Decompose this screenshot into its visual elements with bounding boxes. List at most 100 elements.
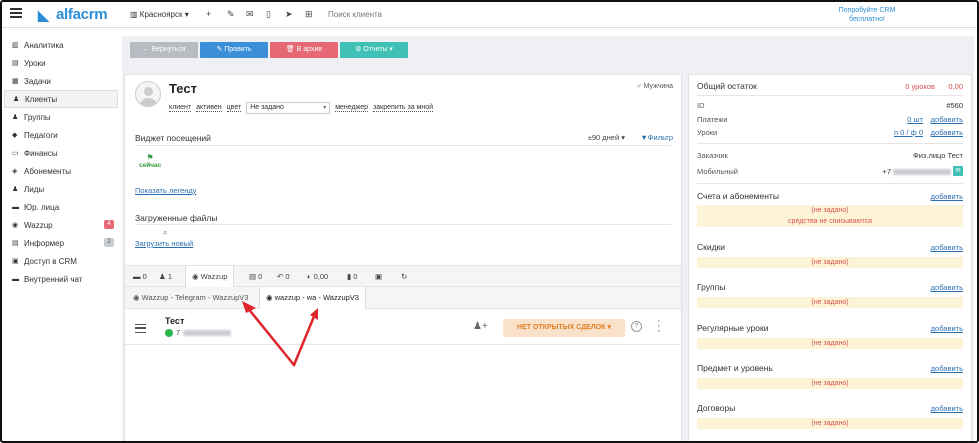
payments-value[interactable]: 0 шт xyxy=(907,115,923,124)
show-legend-link[interactable]: Показать легенду xyxy=(135,186,197,195)
branch-selector[interactable]: ▥ Красноярск ▾ xyxy=(130,10,189,19)
manager-link[interactable]: менеджер xyxy=(335,104,369,112)
sidebar-item-finance[interactable]: ▭ Финансы xyxy=(4,144,118,162)
phone-redacted xyxy=(183,329,232,336)
add-account-link[interactable]: добавить xyxy=(931,192,963,201)
top-bar: ◣ alfacrm ▥ Красноярск ▾ + ✎ ✉ ▯ ➤ ⊞ Поп… xyxy=(2,2,977,28)
list-icon: ▤ xyxy=(12,240,19,247)
sidebar-item-analytics[interactable]: ▥ Аналитика xyxy=(4,36,118,54)
sidebar-item-lessons[interactable]: ▤ Уроки xyxy=(4,54,118,72)
sidebar: ▥ Аналитика ▤ Уроки ▦ Задачи ♟ Клиенты ♟ Груп… xyxy=(4,36,118,288)
add-subject-link[interactable]: добавить xyxy=(931,364,963,373)
add-payment-link[interactable]: добавить xyxy=(931,115,963,124)
coins-icon: ◐ xyxy=(307,272,314,281)
lessons-value[interactable]: п 0 / ф 0 xyxy=(894,128,923,137)
sidebar-item-teachers[interactable]: ◆ Педагоги xyxy=(4,126,118,144)
add-lesson-link[interactable]: добавить xyxy=(931,128,963,137)
message-icon[interactable]: ✉ xyxy=(953,166,963,176)
add-contract-link[interactable]: добавить xyxy=(931,404,963,413)
client-name: Тест xyxy=(169,81,197,96)
money-icon: ▭ xyxy=(12,150,19,157)
filter-label: Фильтр xyxy=(647,133,673,142)
upload-file-link[interactable]: Загрузить новый xyxy=(135,239,193,248)
plus-icon[interactable]: + xyxy=(206,9,211,19)
discounts-title: Скидки xyxy=(697,242,726,252)
attendance-now-marker[interactable]: ⚑ сейчас xyxy=(139,153,161,169)
add-discount-link[interactable]: добавить xyxy=(931,243,963,252)
mobile-row: Мобильный +7 ✉ xyxy=(697,166,963,176)
edit-button[interactable]: ✎ Править xyxy=(200,42,268,58)
sidebar-item-label: Доступ в CRM xyxy=(24,256,77,266)
mobile-icon[interactable]: ▯ xyxy=(266,9,271,20)
divider xyxy=(135,224,671,225)
status-active-link[interactable]: активен xyxy=(196,104,222,112)
company-icon: ▬ xyxy=(12,203,19,211)
calendar-icon: ▤ xyxy=(12,60,19,67)
reports-button[interactable]: ⚙ Отчеты ▾ xyxy=(340,42,408,58)
more-vertical-icon[interactable]: · · · xyxy=(657,316,661,337)
client-summary-panel: Общий остаток 0 уроков 0,00 ID #560 Плате… xyxy=(688,74,972,441)
sidebar-item-groups[interactable]: ♟ Группы xyxy=(4,108,118,126)
tab-wazzup-wa[interactable]: ◉ wazzup - wa - WazzupV3 xyxy=(259,287,366,310)
tab-contacts[interactable]: ♟ 1 xyxy=(159,266,172,288)
client-status-row: клиент активен цвет Не задано ▾ менеджер … xyxy=(169,102,434,114)
add-contact-icon[interactable]: ♟+ xyxy=(473,321,488,332)
sidebar-item-label: Группы xyxy=(24,112,51,122)
avatar[interactable] xyxy=(135,81,161,107)
help-icon[interactable]: ? xyxy=(631,321,642,332)
sidebar-item-label: Внутренний чат xyxy=(24,274,83,284)
sidebar-item-legal-entities[interactable]: ▬ Юр. лица xyxy=(4,198,118,216)
sidebar-item-crm-access[interactable]: ▣ Доступ в CRM xyxy=(4,252,118,270)
whatsapp-icon: ◉ xyxy=(192,272,201,281)
gender: ♂ Мужчина xyxy=(636,83,673,90)
tab-wazzup[interactable]: ◉ Wazzup xyxy=(185,266,235,289)
chat-icon: ▬ xyxy=(12,275,19,283)
sidebar-item-wazzup[interactable]: ◉ Wazzup 4 xyxy=(4,216,118,234)
sidebar-item-internal-chat[interactable]: ▬ Внутренний чат xyxy=(4,270,118,288)
customer-value: Физ.лицо Тест xyxy=(913,151,963,160)
archive-button[interactable]: 🗑 В архив xyxy=(270,42,338,58)
divider xyxy=(697,183,963,184)
mail-icon[interactable]: ✉ xyxy=(246,9,254,20)
male-icon: ♂ xyxy=(636,83,644,90)
add-group-link[interactable]: добавить xyxy=(931,283,963,292)
sidebar-item-clients[interactable]: ♟ Клиенты xyxy=(4,90,118,108)
tab-label: Wazzup xyxy=(200,272,228,281)
tab-balance[interactable]: ◐ 0,00 xyxy=(307,266,328,288)
not-set-label: (не задано) xyxy=(811,207,849,214)
menu-icon[interactable] xyxy=(135,324,146,333)
tab-media[interactable]: ▣ xyxy=(375,266,382,288)
sidebar-item-tasks[interactable]: ▦ Задачи xyxy=(4,72,118,90)
promo-link[interactable]: Попробуйте CRM бесплатно! xyxy=(822,6,912,24)
status-client-link[interactable]: клиент xyxy=(169,104,192,112)
sidebar-item-subscriptions[interactable]: ◈ Абонементы xyxy=(4,162,118,180)
sidebar-item-informer[interactable]: ▤ Информер 2 xyxy=(4,234,118,252)
tab-lessons[interactable]: ▮ 0 xyxy=(347,266,357,288)
tab-documents[interactable]: ▤ 0 xyxy=(249,266,262,288)
contracts-title: Договоры xyxy=(697,403,736,413)
range-selector[interactable]: ±90 дней ▾ xyxy=(588,133,625,142)
send-icon[interactable]: ➤ xyxy=(285,9,293,20)
logo[interactable]: ◣ alfacrm xyxy=(38,6,108,23)
tab-count: 1 xyxy=(167,272,172,281)
tab-history[interactable]: ↶ 0 xyxy=(277,266,290,288)
cart-icon[interactable]: ⊞ xyxy=(305,9,313,20)
open-deals-button[interactable]: НЕТ ОТКРЫТЫХ СДЕЛОК ▾ xyxy=(503,319,625,337)
add-regular-lesson-link[interactable]: добавить xyxy=(931,324,963,333)
search-input[interactable] xyxy=(328,10,448,19)
lessons-label: Уроки xyxy=(697,128,718,137)
hamburger-menu-icon[interactable] xyxy=(10,8,22,18)
color-link[interactable]: цвет xyxy=(226,104,242,112)
assign-me-link[interactable]: закрепить за мной xyxy=(373,104,434,112)
manager-select[interactable]: Не задано ▾ xyxy=(246,102,331,114)
accounts-empty: (не задано) средства не списываются xyxy=(697,205,963,227)
wrench-icon[interactable]: ✎ xyxy=(227,9,235,20)
whatsapp-icon: ◉ xyxy=(12,222,19,229)
back-button[interactable]: ← Вернуться xyxy=(130,42,198,58)
filter-button[interactable]: ▼Фильтр xyxy=(640,133,673,142)
tab-messages[interactable]: ▬ 0 xyxy=(133,266,147,288)
tab-wazzup-telegram[interactable]: ◉ Wazzup - Telegram - WazzupV3 xyxy=(127,287,254,309)
tab-refresh[interactable]: ↻ xyxy=(401,266,407,288)
sidebar-item-leads[interactable]: ♟ Лиды xyxy=(4,180,118,198)
sidebar-item-label: Клиенты xyxy=(25,94,58,104)
